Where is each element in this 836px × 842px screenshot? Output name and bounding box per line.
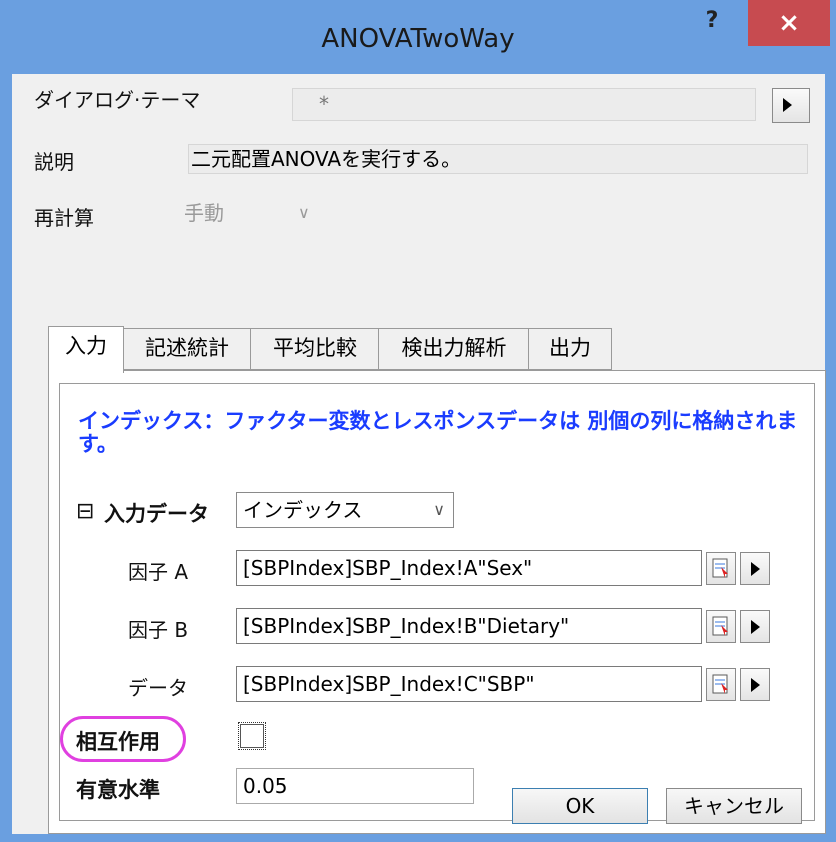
chevron-down-icon: ∨ [298,203,310,222]
input-tab-panel: インデックス：ファクター変数とレスポンスデータは 別個の列に格納されます。 ⊟ … [48,370,826,834]
index-description: インデックス：ファクター変数とレスポンスデータは 別個の列に格納されます。 [78,409,798,456]
factor-a-input[interactable]: [SBPIndex]SBP_Index!A"Sex" [236,550,702,586]
interaction-checkbox[interactable] [238,722,266,750]
significance-input[interactable]: 0.05 [236,768,474,804]
data-label: データ [128,676,188,700]
recalculate-value: 手動 [184,201,224,225]
input-data-value: インデックス [243,498,363,522]
tab-means-comparison[interactable]: 平均比較 [250,328,380,370]
description-label: 説明 [34,150,74,174]
factor-a-label: 因子 A [128,560,189,584]
column-picker-icon[interactable] [706,668,736,701]
tab-output[interactable]: 出力 [528,328,612,370]
input-data-toggle-icon[interactable]: ⊟ [76,499,94,524]
description-field: 二元配置ANOVAを実行する。 [188,144,808,174]
factor-b-label: 因子 B [128,618,189,642]
column-picker-icon[interactable] [706,552,736,585]
dialog-window: ANOVATwoWay ? × ダイアログ·テーマ * 説明 二元配置ANOVA… [0,0,836,842]
significance-label: 有意水準 [76,778,160,802]
theme-field[interactable]: * [292,88,756,121]
data-input[interactable]: [SBPIndex]SBP_Index!C"SBP" [236,666,702,702]
tab-power-analysis[interactable]: 検出力解析 [378,328,530,370]
theme-label: ダイアログ·テーマ [34,88,201,112]
input-data-dropdown[interactable]: インデックス ∨ [236,492,454,528]
ok-button[interactable]: OK [512,788,648,824]
interaction-label: 相互作用 [76,730,160,754]
tab-descriptive-stats[interactable]: 記述統計 [122,328,252,370]
dialog-client: ダイアログ·テーマ * 説明 二元配置ANOVAを実行する。 再計算 手動 ∨ … [12,74,826,834]
title-bar[interactable]: ANOVATwoWay ? × [0,0,836,74]
input-data-label: 入力データ [104,502,209,526]
factor-a-menu-button[interactable] [740,552,770,585]
help-icon[interactable]: ? [700,8,724,38]
chevron-down-icon: ∨ [433,500,445,519]
theme-menu-button[interactable] [772,88,810,123]
cancel-button[interactable]: キャンセル [666,788,802,824]
recalculate-dropdown[interactable]: 手動 ∨ [178,196,324,232]
close-button[interactable]: × [748,0,830,46]
data-menu-button[interactable] [740,668,770,701]
factor-b-menu-button[interactable] [740,610,770,643]
column-picker-icon[interactable] [706,610,736,643]
factor-b-input[interactable]: [SBPIndex]SBP_Index!B"Dietary" [236,608,702,644]
tab-input[interactable]: 入力 [48,326,124,373]
recalculate-label: 再計算 [34,206,94,230]
input-inner-frame: インデックス：ファクター変数とレスポンスデータは 別個の列に格納されます。 ⊟ … [59,383,815,821]
